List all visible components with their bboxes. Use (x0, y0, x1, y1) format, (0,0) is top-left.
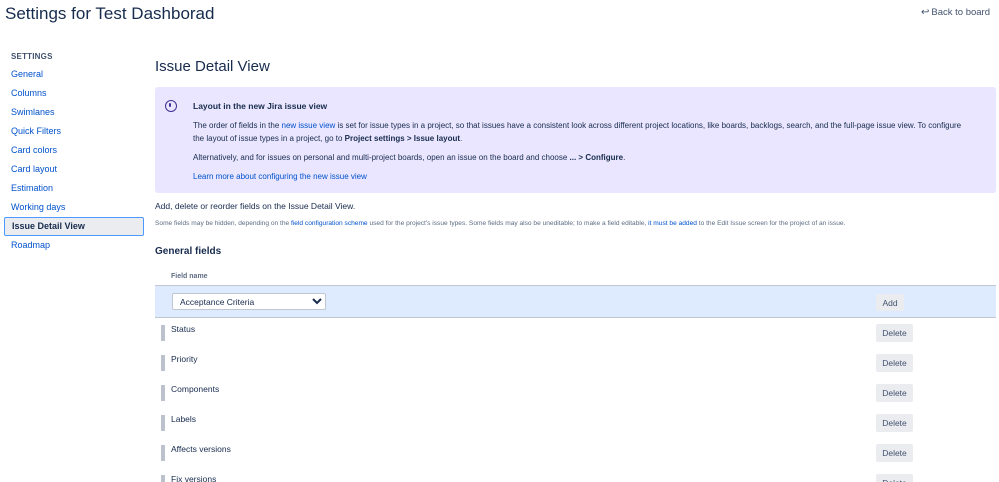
note-text: used for the project's issue types. Some… (367, 220, 649, 227)
delete-field-button[interactable]: Delete (876, 444, 913, 462)
learn-more-link[interactable]: Learn more about configuring the new iss… (193, 172, 367, 181)
field-row-priority: Priority Delete (155, 348, 996, 378)
settings-sidebar: SETTINGS General Columns Swimlanes Quick… (4, 52, 144, 255)
drag-handle-icon[interactable] (161, 355, 165, 371)
sidebar-heading: SETTINGS (11, 52, 53, 61)
new-issue-view-link[interactable]: new issue view (282, 121, 336, 130)
back-to-board-label: Back to board (931, 7, 990, 18)
sidebar-item-estimation[interactable]: Estimation (4, 179, 144, 198)
field-row-fix-versions: Fix versions Delete (155, 468, 996, 482)
project-settings-path: Project settings > Issue layout (344, 134, 461, 143)
sidebar-item-card-layout[interactable]: Card layout (4, 160, 144, 179)
field-row-status: Status Delete (155, 318, 996, 348)
sidebar-item-roadmap[interactable]: Roadmap (4, 236, 144, 255)
sidebar-item-columns[interactable]: Columns (4, 84, 144, 103)
delete-field-button[interactable]: Delete (876, 474, 913, 482)
fields-table: Field name Acceptance Criteria Add Statu… (155, 268, 996, 482)
drag-handle-icon[interactable] (161, 385, 165, 401)
delete-field-button[interactable]: Delete (876, 324, 913, 342)
field-name: Affects versions (171, 444, 231, 454)
sidebar-item-working-days[interactable]: Working days (4, 198, 144, 217)
info-text: Alternatively, and for issues on persona… (193, 153, 570, 162)
info-text: . (460, 134, 463, 143)
drag-handle-icon[interactable] (161, 445, 165, 461)
drag-handle-icon[interactable] (161, 325, 165, 341)
field-row-labels: Labels Delete (155, 408, 996, 438)
field-configuration-scheme-link[interactable]: field configuration scheme (291, 220, 368, 227)
sidebar-item-general[interactable]: General (4, 65, 144, 84)
field-name: Components (171, 384, 220, 394)
field-name: Labels (171, 414, 197, 424)
info-paragraph-1: The order of fields in the new issue vie… (193, 119, 963, 145)
add-field-button[interactable]: Add (876, 294, 904, 311)
section-title: Issue Detail View (155, 58, 270, 75)
general-fields-heading: General fields (155, 246, 222, 257)
info-title: Layout in the new Jira issue view (193, 101, 328, 111)
delete-field-button[interactable]: Delete (876, 354, 913, 372)
sidebar-item-issue-detail-view[interactable]: Issue Detail View (4, 217, 144, 236)
must-be-added-link[interactable]: it must be added (648, 220, 697, 227)
field-select[interactable]: Acceptance Criteria (172, 293, 326, 310)
page-title: Settings for Test Dashborad (5, 4, 215, 23)
back-to-board-link[interactable]: ↩ Back to board (921, 7, 990, 18)
drag-handle-icon[interactable] (161, 475, 165, 482)
sidebar-item-swimlanes[interactable]: Swimlanes (4, 103, 144, 122)
info-body: The order of fields in the new issue vie… (193, 119, 963, 189)
info-panel: Layout in the new Jira issue view The or… (155, 87, 996, 193)
info-paragraph-3: Learn more about configuring the new iss… (193, 170, 963, 183)
field-name-column-header: Field name (171, 273, 208, 280)
field-name: Fix versions (171, 474, 217, 482)
info-text: . (623, 153, 626, 162)
hidden-fields-note: Some fields may be hidden, depending on … (155, 220, 845, 227)
info-icon (165, 100, 177, 112)
intro-text: Add, delete or reorder fields on the Iss… (155, 201, 356, 211)
add-field-row: Acceptance Criteria Add (155, 285, 996, 318)
field-row-affects-versions: Affects versions Delete (155, 438, 996, 468)
sidebar-item-quick-filters[interactable]: Quick Filters (4, 122, 144, 141)
note-text: Some fields may be hidden, depending on … (155, 220, 291, 227)
configure-path: ... > Configure (569, 153, 624, 162)
field-row-components: Components Delete (155, 378, 996, 408)
sidebar-item-card-colors[interactable]: Card colors (4, 141, 144, 160)
drag-handle-icon[interactable] (161, 415, 165, 431)
note-text: to the Edit Issue screen for the project… (696, 220, 846, 227)
field-name: Priority (171, 354, 198, 364)
delete-field-button[interactable]: Delete (876, 384, 913, 402)
field-name: Status (171, 324, 196, 334)
info-text: The order of fields in the (193, 121, 282, 130)
back-arrow-icon: ↩ (920, 7, 930, 18)
info-paragraph-2: Alternatively, and for issues on persona… (193, 151, 963, 164)
delete-field-button[interactable]: Delete (876, 414, 913, 432)
